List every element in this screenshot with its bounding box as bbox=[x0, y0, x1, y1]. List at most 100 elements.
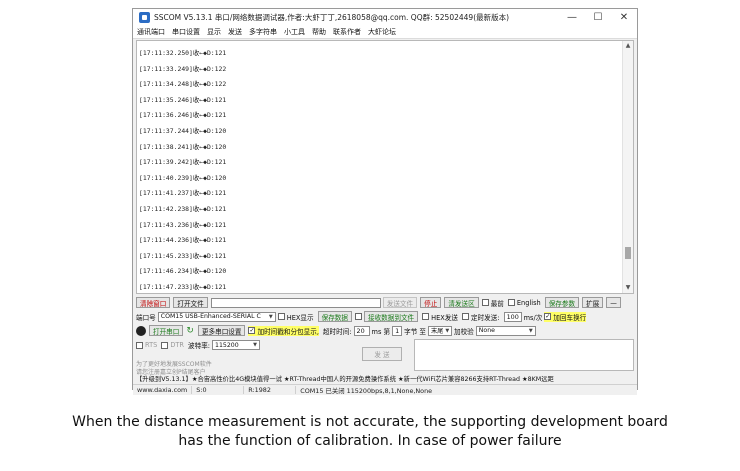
timeout-unit: ms 第 bbox=[371, 327, 391, 336]
app-icon bbox=[139, 12, 150, 23]
menu-multi-string[interactable]: 多字符串 bbox=[249, 27, 277, 37]
dtr-checkbox[interactable]: DTR bbox=[161, 341, 184, 349]
stop-button[interactable]: 停止 bbox=[420, 297, 442, 308]
port-select[interactable]: COM15 USB-Enhanced-SERIAL C ▼ bbox=[157, 311, 276, 322]
port-label: 端口号 bbox=[136, 313, 156, 322]
receive-line: [17:11:32.250]收←◆D:121 bbox=[139, 49, 227, 57]
add-timestamp-checkbox[interactable]: ✓ 加时间戳和分包显示, bbox=[248, 325, 319, 336]
checksum-label: 加校验 bbox=[454, 327, 474, 336]
receive-line: [17:11:40.239]收←◆D:120 bbox=[139, 173, 227, 182]
file-path-input[interactable] bbox=[210, 297, 381, 308]
menu-serial-settings[interactable]: 串口设置 bbox=[172, 27, 200, 37]
topmost-checkbox[interactable]: 最前 bbox=[481, 298, 504, 308]
timeout-label: 超时时间: bbox=[322, 327, 352, 336]
checkbox-icon bbox=[355, 313, 362, 320]
receive-area[interactable]: [17:11:32.250]收←◆D:121 [17:11:33.249]收←◆… bbox=[136, 40, 634, 294]
menu-display[interactable]: 显示 bbox=[207, 27, 221, 37]
checkbox-icon bbox=[136, 341, 143, 349]
menu-forum[interactable]: 大虾论坛 bbox=[368, 27, 396, 37]
receive-line: [17:11:34.248]收←◆D:122 bbox=[139, 80, 227, 89]
menu-contact-author[interactable]: 联系作者 bbox=[333, 27, 361, 37]
checkmark-icon: ✓ bbox=[544, 312, 552, 320]
english-checkbox[interactable]: English bbox=[507, 299, 541, 307]
receive-line: [17:11:39.242]收←◆D:121 bbox=[139, 158, 227, 167]
recv-to-file-checkbox[interactable]: 接收数据到文件 bbox=[355, 311, 419, 322]
checkbox-icon bbox=[462, 313, 469, 320]
timed-send-label: 定时发送: bbox=[471, 313, 500, 322]
chevron-down-icon: ▼ bbox=[445, 327, 450, 334]
more-settings-button[interactable]: 更多串口设置 bbox=[197, 325, 246, 336]
receive-line: [17:11:44.236]收←◆D:121 bbox=[139, 236, 227, 245]
save-params-button[interactable]: 保存参数 bbox=[544, 297, 580, 308]
checkbox-icon bbox=[481, 299, 489, 306]
hex-display-checkbox[interactable]: HEX显示 bbox=[277, 312, 314, 322]
checksum-value: None bbox=[478, 327, 495, 334]
status-bar: www.daxia.com S:0 R:1982 COM15 已关闭 11520… bbox=[133, 384, 637, 395]
baud-label: 波特率: bbox=[188, 342, 211, 350]
sscom-window: SSCOM V5.13.1 串口/网络数据调试器,作者:大虾丁丁,2618058… bbox=[132, 8, 638, 395]
status-received-count: R:1982 bbox=[244, 386, 297, 394]
open-port-button[interactable]: 打开串口 bbox=[149, 325, 184, 336]
port-status-icon bbox=[136, 325, 146, 336]
port-value: COM15 USB-Enhanced-SERIAL C bbox=[160, 313, 261, 320]
scroll-down-icon[interactable]: ▼ bbox=[623, 283, 633, 293]
window-controls: — ☐ ✕ bbox=[559, 9, 637, 26]
baud-value: 115200 bbox=[215, 341, 239, 349]
receive-line: [17:11:46.234]收←◆D:120 bbox=[139, 267, 227, 276]
interval-input[interactable]: 100 bbox=[503, 311, 522, 322]
hex-display-label: HEX显示 bbox=[286, 313, 314, 322]
hex-send-label: HEX发送 bbox=[431, 313, 458, 322]
close-icon[interactable]: ✕ bbox=[611, 9, 637, 26]
menu-send[interactable]: 发送 bbox=[228, 27, 242, 37]
checkbox-icon bbox=[507, 299, 515, 306]
scrollbar-thumb[interactable] bbox=[625, 247, 631, 259]
chevron-down-icon: ▼ bbox=[253, 342, 258, 348]
promo-line-1: 为了更好地发展SSCOM软件 bbox=[136, 361, 212, 368]
window-title: SSCOM V5.13.1 串口/网络数据调试器,作者:大虾丁丁,2618058… bbox=[154, 13, 510, 22]
minimize-icon[interactable]: — bbox=[559, 9, 585, 26]
receive-scrollbar[interactable]: ▲ ▼ bbox=[622, 41, 633, 293]
dtr-label: DTR bbox=[170, 341, 185, 349]
send-file-button[interactable]: 发送文件 bbox=[382, 297, 418, 308]
receive-line: [17:11:35.246]收←◆D:121 bbox=[139, 95, 227, 104]
collapse-button[interactable]: — bbox=[606, 297, 621, 308]
maximize-icon[interactable]: ☐ bbox=[585, 9, 611, 26]
checkbox-icon bbox=[277, 313, 285, 320]
receive-line: [17:11:38.241]收←◆D:120 bbox=[139, 142, 227, 151]
menu-help[interactable]: 帮助 bbox=[312, 27, 326, 37]
send-input[interactable] bbox=[414, 339, 634, 371]
receive-line: [17:11:36.246]收←◆D:121 bbox=[139, 111, 227, 120]
byte-start-input[interactable]: 1 bbox=[392, 325, 403, 336]
receive-line: [17:11:33.249]收←◆D:122 bbox=[139, 64, 227, 73]
chevron-down-icon: ▼ bbox=[268, 313, 273, 320]
save-data-button[interactable]: 保存数据 bbox=[317, 311, 352, 322]
expand-button[interactable]: 扩展 bbox=[582, 297, 604, 308]
clear-window-button[interactable]: 清除窗口 bbox=[136, 297, 171, 308]
hex-send-checkbox[interactable]: HEX发送 bbox=[422, 312, 458, 322]
baud-select[interactable]: 115200 ▼ bbox=[212, 340, 261, 350]
rts-checkbox[interactable]: RTS bbox=[136, 341, 157, 349]
menu-bar: 通讯端口 串口设置 显示 发送 多字符串 小工具 帮助 联系作者 大虾论坛 bbox=[133, 26, 637, 39]
timeout-input[interactable]: 20 bbox=[353, 325, 370, 336]
end-select[interactable]: 末尾 ▼ bbox=[428, 325, 452, 336]
news-ticker: 【升级到V5.13.1】★合宙高性价比4G模块值得一试 ★RT-Thread中国… bbox=[136, 376, 554, 383]
clear-send-button[interactable]: 清发送区 bbox=[444, 297, 479, 308]
topmost-label: 最前 bbox=[490, 299, 504, 308]
open-port-row: 打开串口 ↻ 更多串口设置 ✓ 加时间戳和分包显示, 超时时间: 20 ms 第 … bbox=[136, 325, 538, 336]
receive-line: [17:11:47.233]收←◆D:121 bbox=[139, 282, 227, 291]
open-file-button[interactable]: 打开文件 bbox=[173, 297, 208, 308]
add-crlf-checkbox[interactable]: ✓ 加回车换行 bbox=[544, 311, 587, 322]
recv-to-file-label[interactable]: 接收数据到文件 bbox=[364, 311, 419, 322]
send-button[interactable]: 发 送 bbox=[362, 347, 402, 361]
refresh-icon[interactable]: ↻ bbox=[186, 326, 194, 336]
menu-tools[interactable]: 小工具 bbox=[284, 27, 305, 37]
scroll-up-icon[interactable]: ▲ bbox=[623, 41, 633, 51]
receive-line: [17:11:37.244]收←◆D:120 bbox=[139, 126, 227, 135]
status-website[interactable]: www.daxia.com bbox=[133, 386, 193, 394]
interval-unit: ms/次 bbox=[523, 313, 543, 322]
checksum-select[interactable]: None ▼ bbox=[475, 325, 536, 336]
menu-comm-port[interactable]: 通讯端口 bbox=[137, 27, 165, 37]
timed-send-checkbox[interactable]: 定时发送: bbox=[462, 312, 500, 322]
checkbox-icon bbox=[422, 313, 430, 320]
status-port-state: COM15 已关闭 115200bps,8,1,None,None bbox=[300, 386, 433, 395]
